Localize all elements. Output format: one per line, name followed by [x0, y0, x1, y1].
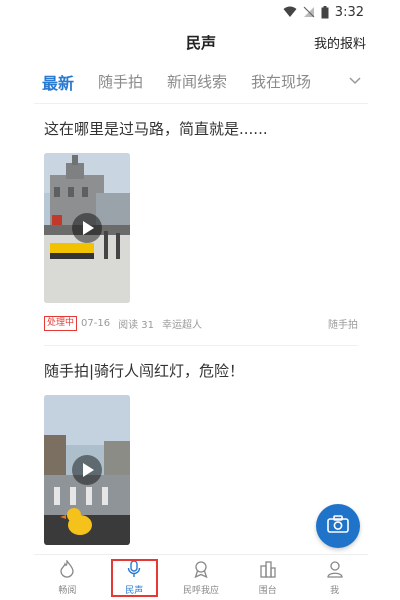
tab-on-scene[interactable]: 我在现场: [251, 71, 311, 92]
post-date: 07-16: [81, 317, 111, 329]
play-icon[interactable]: [72, 455, 102, 485]
video-thumbnail[interactable]: [44, 395, 130, 545]
title-bar: 民声 我的报料: [34, 24, 368, 60]
no-signal-icon: [303, 6, 315, 18]
nav-item-me[interactable]: 我: [301, 555, 368, 600]
post-title[interactable]: 随手拍|骑行人闯红灯，危险！: [44, 360, 358, 381]
nav-label: 围台: [258, 585, 277, 596]
nav-item-platform[interactable]: 围台: [234, 555, 301, 600]
post-title[interactable]: 这在哪里是过马路，简直就是......: [44, 118, 358, 139]
divider: [44, 345, 358, 346]
status-bar: 3:32: [34, 0, 368, 24]
post-category[interactable]: 随手拍: [328, 316, 358, 331]
read-count: 阅读 31: [118, 319, 154, 331]
post-author: 幸运超人: [161, 319, 202, 331]
list-item[interactable]: 这在哪里是过马路，简直就是...... 处理中 07-16 阅读 31 幸运超人…: [34, 118, 368, 346]
nav-label: 我: [330, 585, 340, 596]
bottom-nav: 畅阅 民声 民呼我应 围台 我: [34, 554, 368, 600]
nav-item-response[interactable]: 民呼我应: [168, 555, 235, 600]
page-title: 民声: [185, 33, 216, 52]
category-tabs: 最新 随手拍 新闻线索 我在现场: [34, 60, 368, 104]
chevron-down-icon[interactable]: [348, 73, 362, 92]
tab-news-tips[interactable]: 新闻线索: [167, 71, 227, 92]
nav-label: 民声: [125, 585, 144, 596]
building-icon: [259, 560, 277, 581]
award-icon: [192, 560, 210, 581]
status-time: 3:32: [334, 4, 364, 20]
microphone-icon: [125, 559, 143, 581]
play-icon[interactable]: [72, 213, 102, 243]
video-thumbnail[interactable]: [44, 153, 130, 303]
camera-button[interactable]: [316, 504, 360, 548]
nav-label: 民呼我应: [182, 585, 219, 596]
user-icon: [326, 560, 344, 581]
tab-latest[interactable]: 最新: [42, 70, 74, 94]
nav-item-voice[interactable]: 民声: [101, 555, 168, 600]
nav-item-read[interactable]: 畅阅: [34, 555, 101, 600]
camera-icon: [327, 515, 349, 537]
nav-label: 畅阅: [58, 585, 77, 596]
flame-icon: [58, 558, 76, 581]
my-report-button[interactable]: 我的报料: [314, 33, 366, 52]
wifi-icon: [283, 6, 297, 18]
tab-snapshot[interactable]: 随手拍: [98, 71, 143, 92]
status-badge: 处理中: [44, 315, 78, 331]
battery-icon: [321, 5, 329, 19]
app-screen: 3:32 民声 我的报料 最新 随手拍 新闻线索 我在现场 这在哪里是过马路，简…: [34, 0, 368, 600]
post-meta: 处理中 07-16 阅读 31 幸运超人 随手拍: [44, 313, 358, 333]
